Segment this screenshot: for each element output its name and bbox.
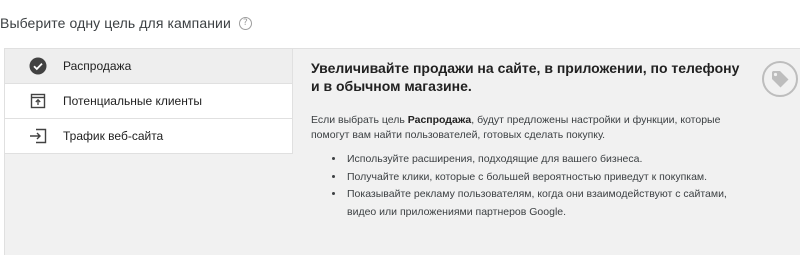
lead-form-icon [27,92,49,110]
list-item: Показывайте рекламу пользователям, когда… [345,186,741,221]
goal-header: Выберите одну цель для кампании ? [0,0,800,46]
goal-list: Распродажа Потенциальные клиенты Трафик … [5,49,293,154]
goal-item-label: Распродажа [63,59,132,73]
tag-icon [762,61,798,97]
description-goal-name: Распродажа [407,114,472,126]
goal-item-leads[interactable]: Потенциальные клиенты [5,84,293,119]
goal-detail: Увеличивайте продажи на сайте, в приложе… [311,59,741,221]
goal-detail-title: Увеличивайте продажи на сайте, в приложе… [311,60,740,94]
help-circle-icon[interactable]: ? [238,16,252,30]
goal-item-website-traffic[interactable]: Трафик веб-сайта [5,119,293,154]
goal-panel: Распродажа Потенциальные клиенты Трафик … [4,48,800,255]
goal-detail-description: Если выбрать цель Распродажа, будут пред… [311,113,741,143]
check-circle-icon [27,57,49,75]
goal-header-title: Выберите одну цель для кампании [0,15,231,31]
description-prefix: Если выбрать цель [311,114,408,126]
goal-item-label: Потенциальные клиенты [63,94,202,108]
goal-benefits-list: Используйте расширения, подходящие для в… [311,151,741,221]
login-arrow-icon [27,127,49,145]
list-item: Используйте расширения, подходящие для в… [345,151,741,169]
list-item: Получайте клики, которые с большей вероя… [345,169,741,187]
goal-item-sales[interactable]: Распродажа [5,49,293,84]
goal-item-label: Трафик веб-сайта [63,129,164,143]
